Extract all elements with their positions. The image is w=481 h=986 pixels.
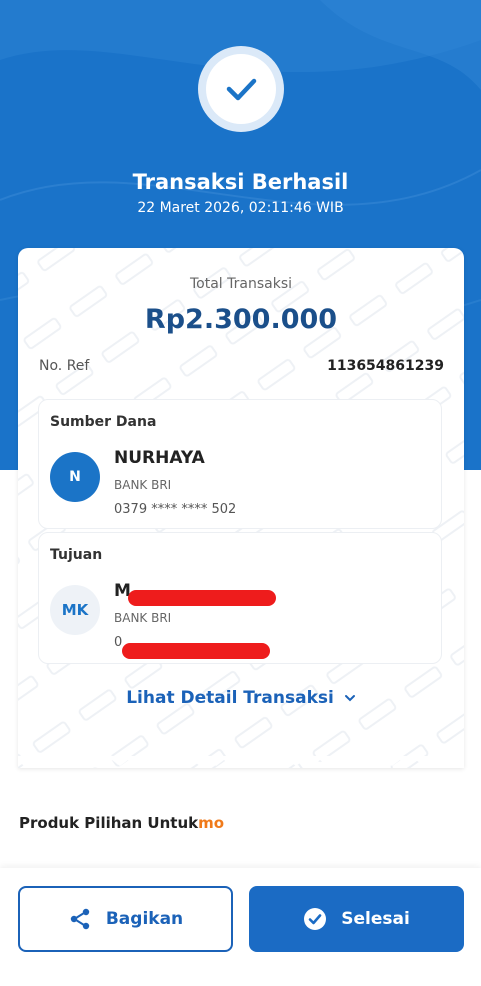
check-circle-icon bbox=[303, 907, 327, 931]
destination-avatar: MK bbox=[50, 585, 100, 635]
detail-link-label: Lihat Detail Transaksi bbox=[126, 688, 334, 708]
page-title: Transaksi Berhasil bbox=[132, 170, 349, 194]
recommended-products-title: Produk Pilihan Untukmo bbox=[19, 814, 225, 832]
account-redaction-mark bbox=[122, 643, 270, 659]
checkmark-icon bbox=[226, 78, 257, 101]
source-heading: Sumber Dana bbox=[50, 414, 157, 430]
total-label: Total Transaksi bbox=[189, 276, 292, 292]
receipt-card: Total Transaksi Rp2.300.000 No. Ref 1136… bbox=[18, 248, 464, 768]
done-button[interactable]: Selesai bbox=[249, 886, 464, 952]
source-name: NURHAYA bbox=[114, 448, 205, 468]
done-button-label: Selesai bbox=[341, 909, 410, 929]
source-bank: BANK BRI bbox=[114, 478, 172, 492]
share-button[interactable]: Bagikan bbox=[18, 886, 233, 952]
destination-heading: Tujuan bbox=[50, 547, 103, 563]
success-badge bbox=[198, 46, 284, 132]
view-transaction-details-link[interactable]: Lihat Detail Transaksi bbox=[18, 688, 464, 708]
bottom-action-bar: Bagikan Selesai bbox=[0, 868, 481, 986]
name-redaction-mark bbox=[128, 590, 276, 606]
ref-label: No. Ref bbox=[39, 358, 90, 374]
destination-card: Tujuan MK M BANK BRI 0 bbox=[38, 532, 442, 664]
receipt-torn-edge bbox=[18, 756, 464, 766]
transaction-datetime: 22 Maret 2026, 02:11:46 WIB bbox=[137, 200, 344, 216]
destination-bank: BANK BRI bbox=[114, 611, 172, 625]
destination-account: 0 bbox=[114, 635, 123, 650]
source-avatar: N bbox=[50, 452, 100, 502]
total-amount: Rp2.300.000 bbox=[144, 304, 338, 335]
source-account: 0379 **** **** 502 bbox=[114, 502, 237, 517]
share-icon bbox=[68, 907, 92, 931]
share-button-label: Bagikan bbox=[105, 909, 184, 929]
ref-value: 113654861239 bbox=[327, 358, 444, 374]
source-of-funds-card: Sumber Dana N NURHAYA BANK BRI 0379 ****… bbox=[38, 399, 442, 529]
chevron-down-icon bbox=[344, 695, 355, 702]
